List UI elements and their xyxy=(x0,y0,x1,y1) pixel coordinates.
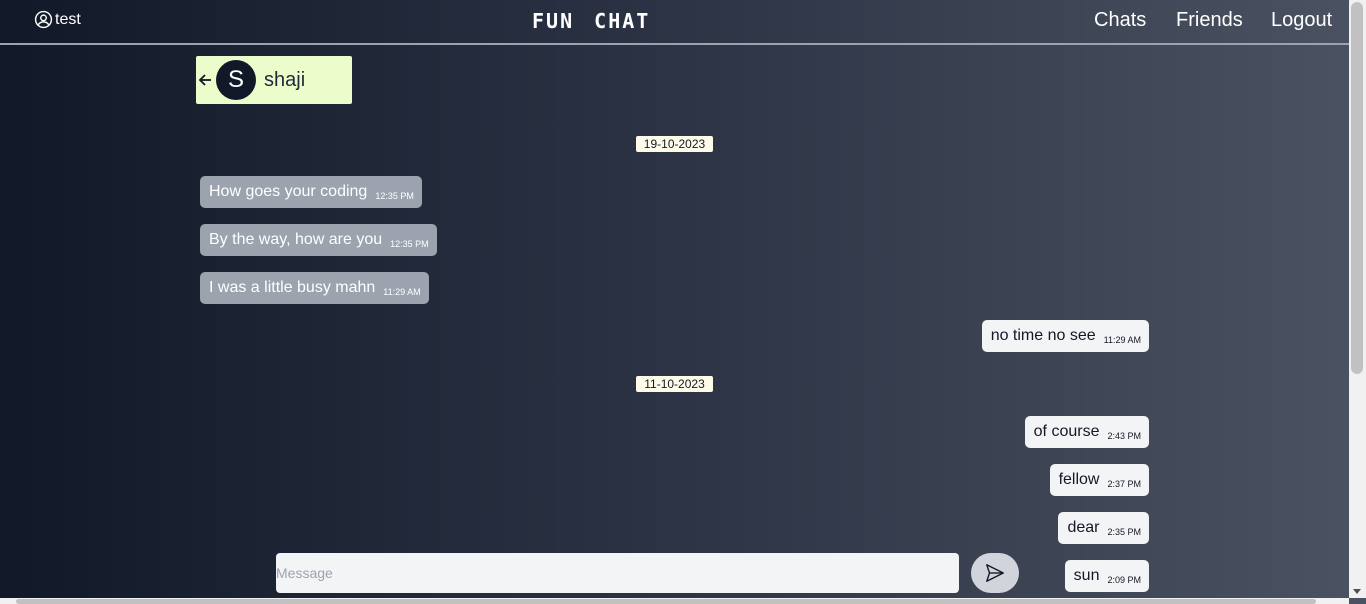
message-bubble-sent: fellow 2:37 PM xyxy=(1049,464,1149,496)
top-navbar: test FUN CHAT Chats Friends Logout xyxy=(0,0,1349,45)
message-input[interactable] xyxy=(276,553,959,593)
vertical-scrollbar[interactable] xyxy=(1349,0,1366,598)
message-bubble-sent: sun 2:09 PM xyxy=(1064,560,1149,592)
message-bubble-sent: dear 2:35 PM xyxy=(1058,512,1149,544)
scrollbar-thumb[interactable] xyxy=(16,599,1316,604)
arrow-left-icon[interactable] xyxy=(196,70,216,90)
date-separator: 11-10-2023 xyxy=(636,376,713,392)
app-brand: FUN CHAT xyxy=(532,9,651,33)
user-circle-icon xyxy=(34,10,53,29)
message-text: sun xyxy=(1073,567,1100,584)
message-text: no time no see xyxy=(990,327,1096,344)
message-bubble-sent: no time no see 11:29 AM xyxy=(981,320,1149,352)
message-time: 12:35 PM xyxy=(390,239,429,249)
message-text: I was a little busy mahn xyxy=(209,279,376,296)
nav-friends-link[interactable]: Friends xyxy=(1176,9,1243,32)
message-time: 12:35 PM xyxy=(375,191,414,201)
nav-logout-link[interactable]: Logout xyxy=(1271,9,1332,32)
username: test xyxy=(55,10,81,28)
message-time: 11:29 AM xyxy=(1103,335,1141,345)
date-separator: 19-10-2023 xyxy=(636,136,713,152)
message-bubble-received: How goes your coding 12:35 PM xyxy=(200,176,422,208)
current-user[interactable]: test xyxy=(34,10,81,29)
chat-contact-header: S shaji xyxy=(196,56,352,104)
message-bubble-received: By the way, how are you 12:35 PM xyxy=(200,224,437,256)
message-time: 2:37 PM xyxy=(1107,479,1141,489)
message-time: 2:35 PM xyxy=(1107,527,1141,537)
message-time: 2:43 PM xyxy=(1107,431,1141,441)
message-bubble-received: I was a little busy mahn 11:29 AM xyxy=(200,272,429,304)
contact-avatar: S xyxy=(216,60,256,100)
horizontal-scrollbar[interactable] xyxy=(0,598,1349,604)
contact-name: shaji xyxy=(264,68,306,91)
send-button[interactable] xyxy=(971,553,1019,593)
message-time: 2:09 PM xyxy=(1107,575,1141,585)
message-text: fellow xyxy=(1058,471,1100,488)
message-text: dear xyxy=(1067,519,1100,536)
scroll-down-arrow[interactable] xyxy=(1353,589,1361,594)
nav-chats-link[interactable]: Chats xyxy=(1094,9,1146,32)
message-text: By the way, how are you xyxy=(209,231,383,248)
message-text: How goes your coding xyxy=(209,183,368,200)
paper-plane-icon xyxy=(986,564,1004,582)
message-time: 11:29 AM xyxy=(383,287,421,297)
message-text: of course xyxy=(1033,423,1100,440)
scrollbar-thumb[interactable] xyxy=(1351,2,1363,374)
message-bubble-sent: of course 2:43 PM xyxy=(1024,416,1149,448)
